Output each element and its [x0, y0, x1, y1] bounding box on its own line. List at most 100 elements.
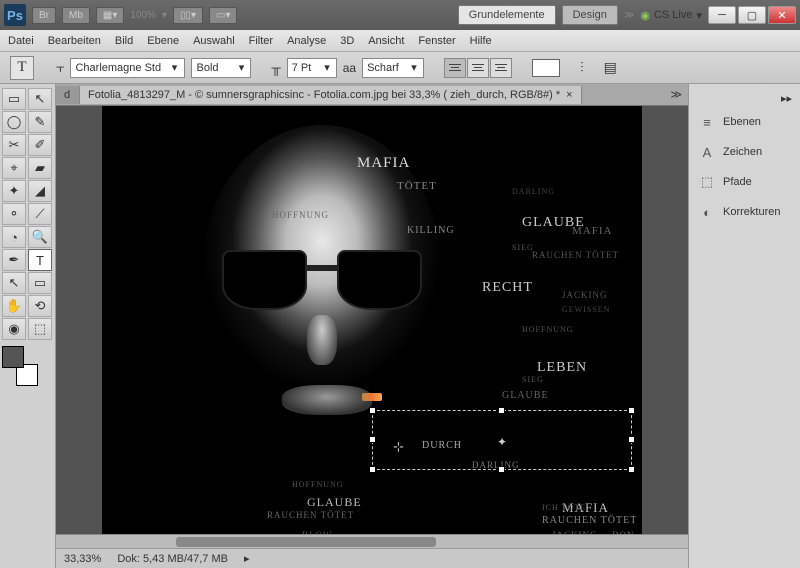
panel-zeichen[interactable]: AZeichen: [693, 137, 796, 167]
tool-7[interactable]: ▰: [28, 157, 52, 179]
typo-word: RAUCHEN TÖTET: [267, 510, 354, 520]
maximize-button[interactable]: ▢: [738, 6, 766, 24]
text-color[interactable]: [532, 59, 560, 77]
typo-word: GEWISSEN: [562, 305, 610, 314]
minibridge-button[interactable]: Mb: [62, 7, 90, 24]
align-right[interactable]: [490, 58, 512, 78]
panel-korrekturen[interactable]: ◐Korrekturen: [693, 197, 796, 227]
tool-20[interactable]: ◉: [2, 318, 26, 340]
tool-11[interactable]: ⟋: [28, 203, 52, 225]
menu-ebene[interactable]: Ebene: [147, 35, 179, 47]
typo-word: LEBEN: [537, 360, 587, 376]
tool-9[interactable]: ◢: [28, 180, 52, 202]
menu-ansicht[interactable]: Ansicht: [368, 35, 404, 47]
align-center[interactable]: [467, 58, 489, 78]
status-docinfo[interactable]: Dok: 5,43 MB/47,7 MB: [117, 553, 228, 565]
zoom-level[interactable]: 100%: [130, 10, 156, 21]
font-size-select[interactable]: ▾: [287, 58, 337, 78]
workspace-design[interactable]: Design: [562, 5, 618, 25]
panel-label: Pfade: [723, 176, 752, 188]
tool-3[interactable]: ✎: [28, 111, 52, 133]
typo-word: RAUCHEN TÖTET: [532, 250, 619, 260]
tool-12[interactable]: ◔: [2, 226, 26, 248]
aa-label: aa: [343, 61, 356, 75]
bridge-button[interactable]: Br: [32, 7, 56, 24]
tool-8[interactable]: ✦: [2, 180, 26, 202]
tool-21[interactable]: ⬚: [28, 318, 52, 340]
workspace-grundelemente[interactable]: Grundelemente: [458, 5, 556, 25]
document-tab-active[interactable]: Fotolia_4813297_M - © sumnersgraphicsinc…: [80, 86, 582, 104]
panel-ebenen[interactable]: ≡ Ebenen: [693, 107, 796, 137]
panel-icon: ≡: [697, 113, 717, 131]
tool-13[interactable]: 🔍: [28, 226, 52, 248]
tool-16[interactable]: ↖: [2, 272, 26, 294]
typo-word: GLAUBE: [307, 495, 362, 510]
arrange-button[interactable]: ▯▯▾: [173, 7, 203, 24]
panel-pfade[interactable]: ⬚ Pfade: [693, 167, 796, 197]
typo-word: JACKING: [562, 290, 608, 300]
menu-datei[interactable]: Datei: [8, 35, 34, 47]
tool-10[interactable]: ⚬: [2, 203, 26, 225]
tool-14[interactable]: ✒: [2, 249, 26, 271]
horizontal-scrollbar[interactable]: [56, 534, 688, 548]
status-bar: 33,33% Dok: 5,43 MB/47,7 MB ▸: [56, 548, 688, 568]
typo-word: KILLING: [407, 225, 455, 236]
menu-auswahl[interactable]: Auswahl: [193, 35, 235, 47]
font-family-select[interactable]: ▾: [70, 58, 185, 78]
tool-19[interactable]: ⟲: [28, 295, 52, 317]
color-swatches[interactable]: [2, 346, 42, 386]
tool-1[interactable]: ↖: [28, 88, 52, 110]
workspace-more[interactable]: ≫: [624, 10, 634, 21]
tool-18[interactable]: ✋: [2, 295, 26, 317]
text-selection-box[interactable]: ✦ ⊹: [372, 410, 632, 470]
typo-word: TÖTET: [397, 180, 437, 192]
document-canvas[interactable]: MAFIAGLAUBEMAFIARAUCHEN TÖTETRECHTJACKIN…: [102, 106, 642, 534]
menu-filter[interactable]: Filter: [249, 35, 273, 47]
options-bar: T ⫟ ▾ ▾ ╥ ▾ aa ▾ ⫶ ▤: [0, 52, 800, 84]
antialias-select[interactable]: ▾: [362, 58, 424, 78]
foreground-color[interactable]: [2, 346, 24, 368]
menu-bearbeiten[interactable]: Bearbeiten: [48, 35, 101, 47]
align-left[interactable]: [444, 58, 466, 78]
tool-15[interactable]: T: [28, 249, 52, 271]
typo-word: SIEG: [522, 375, 544, 384]
tool-17[interactable]: ▭: [28, 272, 52, 294]
menu-fenster[interactable]: Fenster: [418, 35, 455, 47]
menu-hilfe[interactable]: Hilfe: [470, 35, 492, 47]
typo-word: ICH TÖTE: [542, 503, 586, 512]
panel-icon: ⬚: [697, 173, 717, 191]
status-zoom[interactable]: 33,33%: [64, 553, 101, 565]
cs-live[interactable]: ◉CS Live▾: [640, 9, 702, 22]
orientation-icon[interactable]: ⫟: [56, 59, 64, 76]
typo-word: HOFFNUNG: [292, 480, 344, 489]
tool-5[interactable]: ✐: [28, 134, 52, 156]
text-align-group: [444, 58, 512, 78]
typo-word: MAFIA: [572, 225, 612, 237]
screen-mode-button[interactable]: ▭▾: [209, 7, 237, 24]
panel-icon: A: [697, 143, 717, 161]
close-button[interactable]: ✕: [768, 6, 796, 24]
tool-0[interactable]: ▭: [2, 88, 26, 110]
tool-preset[interactable]: T: [10, 56, 34, 80]
character-panel-icon[interactable]: ▤: [604, 59, 617, 76]
view-extras-button[interactable]: ▦▾: [96, 7, 124, 24]
document-tab-prev[interactable]: d: [56, 86, 80, 104]
menu-bild[interactable]: Bild: [115, 35, 133, 47]
canvas-area: MAFIAGLAUBEMAFIARAUCHEN TÖTETRECHTJACKIN…: [56, 106, 688, 534]
tab-overflow[interactable]: ≫: [664, 88, 688, 101]
menu-analyse[interactable]: Analyse: [287, 35, 326, 47]
menu-3d[interactable]: 3D: [340, 35, 354, 47]
panel-icon: ◐: [697, 203, 717, 221]
tab-close-icon[interactable]: ×: [566, 89, 572, 101]
panel-collapse-icon[interactable]: ▸▸: [693, 90, 796, 107]
tool-4[interactable]: ✂: [2, 134, 26, 156]
font-weight-select[interactable]: ▾: [191, 58, 251, 78]
warp-text-icon[interactable]: ⫶: [580, 59, 584, 76]
toolbox: ▭↖◯✎✂✐⌖▰✦◢⚬⟋◔🔍✒T↖▭✋⟲◉⬚: [0, 84, 56, 568]
typo-word: RECHT: [482, 280, 533, 296]
tool-2[interactable]: ◯: [2, 111, 26, 133]
tool-6[interactable]: ⌖: [2, 157, 26, 179]
panel-label: Ebenen: [723, 116, 761, 128]
minimize-button[interactable]: ─: [708, 6, 736, 24]
typo-word: DARLING: [512, 187, 555, 196]
